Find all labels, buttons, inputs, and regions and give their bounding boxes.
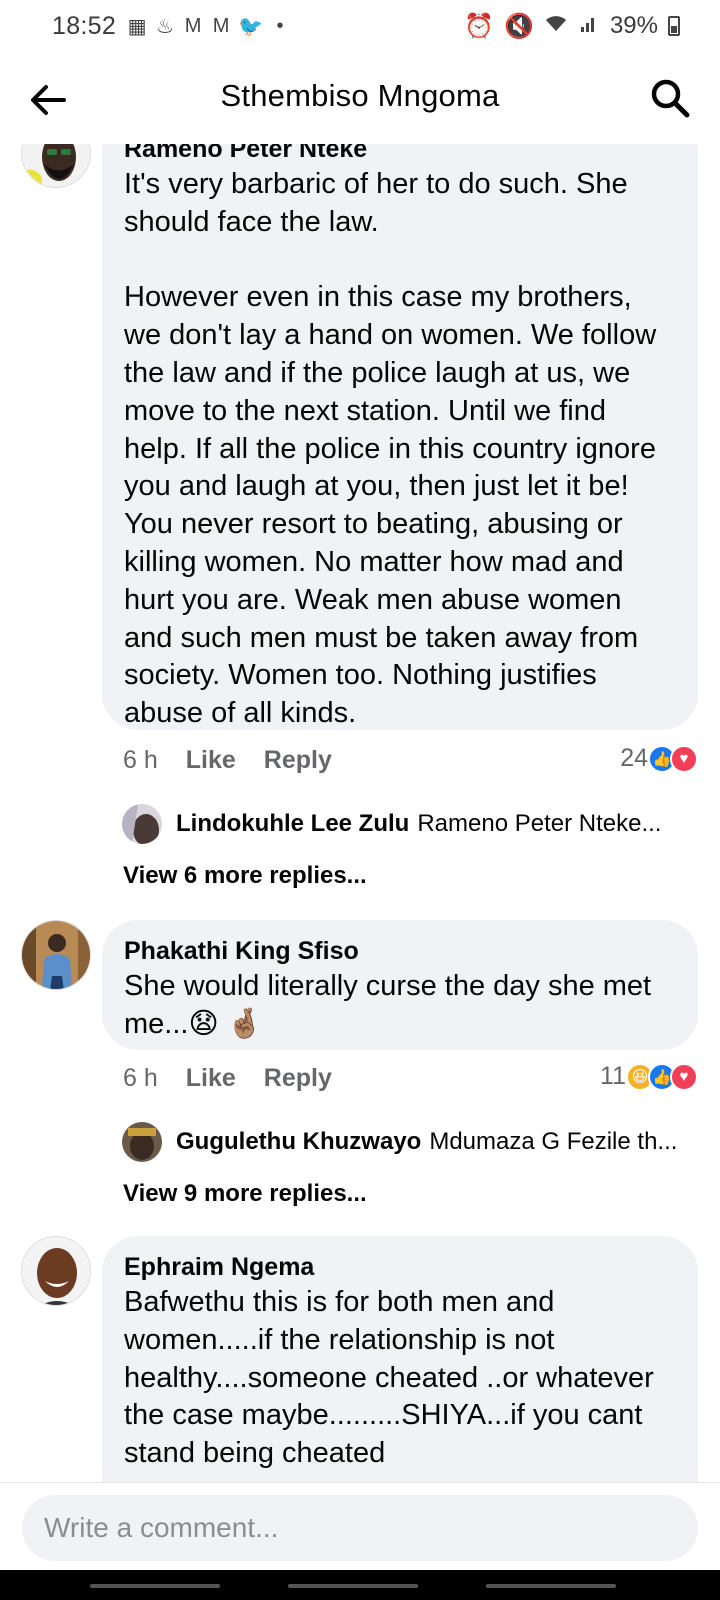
comment-time: 6 h (123, 746, 158, 774)
system-nav-bar (0, 1570, 720, 1600)
avatar[interactable] (21, 144, 91, 188)
nav-back-button[interactable] (486, 1584, 616, 1588)
comment-text: She would literally curse the day she me… (124, 970, 652, 1040)
comment-bubble[interactable]: Ephraim Ngema Bafwethu this is for both … (102, 1236, 698, 1482)
nav-home-button[interactable] (288, 1584, 418, 1588)
comment-time: 6 h (123, 1064, 158, 1092)
comment-text: It's very barbaric of her to do such. Sh… (124, 168, 657, 730)
twitter-icon: 🐦 (238, 15, 263, 38)
comment-actions: 6 h Like Reply (123, 746, 360, 775)
reply-author: Lindokuhle Lee Zulu (176, 810, 410, 837)
comments-feed[interactable]: Rameno Peter Nteke It's very barbaric of… (0, 144, 720, 1482)
app-header: Sthembiso Mngoma (0, 52, 720, 144)
comment-input[interactable] (44, 1512, 676, 1544)
comment-actions: 6 h Like Reply (123, 1064, 360, 1093)
comment-text: Bafwethu this is for both men and women.… (124, 1286, 654, 1470)
status-system-icons: ⏰ 🔇 39% (464, 12, 680, 41)
notification-icon: ♨ (156, 15, 175, 38)
reaction-count: 11 (600, 1062, 626, 1090)
love-reaction-icon: ♥ (670, 744, 698, 773)
page-title: Sthembiso Mngoma (220, 78, 500, 113)
wifi-icon (544, 12, 568, 40)
view-more-replies-link[interactable]: View 6 more replies... (123, 862, 367, 890)
battery-percent: 39% (609, 12, 658, 39)
avatar (122, 1122, 162, 1162)
status-notification-icons: ▦ ♨ M M 🐦 • (126, 14, 291, 39)
avatar (122, 804, 162, 844)
reply-author: Gugulethu Khuzwayo (176, 1128, 422, 1155)
comment-bubble[interactable]: Rameno Peter Nteke It's very barbaric of… (102, 144, 698, 730)
reply-snippet: Mdumaza G Fezile th... (429, 1128, 678, 1155)
comment-composer-bar (0, 1482, 720, 1570)
avatar[interactable] (21, 1236, 91, 1306)
comment-composer[interactable] (22, 1495, 698, 1561)
reply-preview[interactable]: Lindokuhle Lee Zulu Rameno Peter Nteke..… (122, 804, 661, 844)
comment-bubble[interactable]: Phakathi King Sfiso She would literally … (102, 920, 698, 1050)
mute-icon: 🔇 (504, 12, 534, 40)
comment-author[interactable]: Ephraim Ngema (124, 1252, 676, 1282)
like-button[interactable]: Like (186, 746, 236, 775)
dot-icon: • (276, 14, 284, 37)
comment-author[interactable]: Rameno Peter Nteke (124, 144, 676, 164)
reply-preview[interactable]: Gugulethu Khuzwayo Mdumaza G Fezile th..… (122, 1122, 677, 1162)
teams-icon: ▦ (127, 15, 147, 38)
reply-button[interactable]: Reply (264, 1064, 332, 1093)
battery-icon (668, 16, 680, 36)
gmail-icon: M (184, 14, 202, 37)
status-bar: 18:52 ▦ ♨ M M 🐦 • ⏰ 🔇 39% (0, 0, 720, 52)
gmail-icon: M (212, 14, 230, 37)
signal-icon (578, 12, 600, 40)
reply-snippet: Rameno Peter Nteke... (417, 810, 662, 837)
nav-recents-button[interactable] (90, 1584, 220, 1588)
status-time: 18:52 (52, 11, 117, 40)
search-icon[interactable] (648, 76, 692, 120)
view-more-replies-link[interactable]: View 9 more replies... (123, 1180, 367, 1208)
alarm-icon: ⏰ (464, 12, 495, 40)
comment-author[interactable]: Phakathi King Sfiso (124, 936, 676, 966)
like-button[interactable]: Like (186, 1064, 236, 1093)
back-arrow-icon[interactable] (26, 78, 70, 122)
reaction-summary[interactable]: 24 👍 ♥ (620, 744, 698, 773)
love-reaction-icon: ♥ (670, 1062, 698, 1091)
reaction-summary[interactable]: 11 😆 👍 ♥ (600, 1062, 698, 1091)
avatar[interactable] (21, 920, 91, 990)
reaction-count: 24 (620, 744, 648, 772)
reply-button[interactable]: Reply (264, 746, 332, 775)
